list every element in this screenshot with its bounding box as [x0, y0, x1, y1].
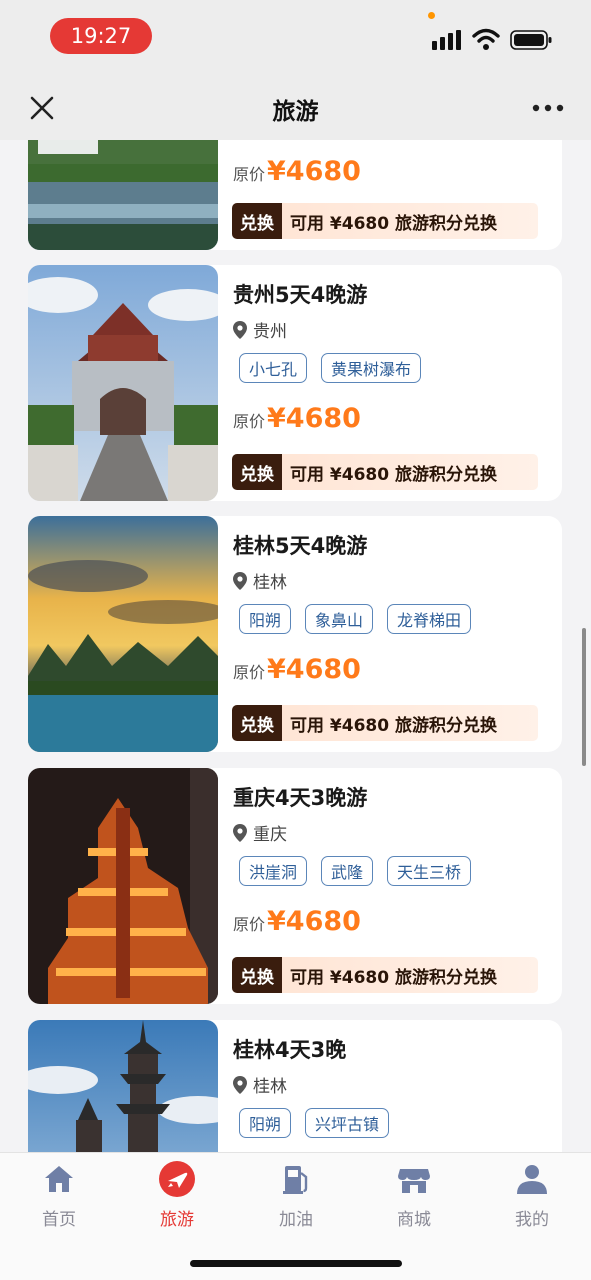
tag[interactable]: 龙脊梯田	[387, 604, 472, 634]
location-row: 桂林	[233, 1072, 287, 1097]
tab-label: 旅游	[160, 1210, 194, 1230]
price-row: 原价 ¥4680	[233, 156, 361, 187]
tag[interactable]: 小七孔	[239, 353, 308, 383]
travel-card-title: 贵州5天4晚游	[233, 283, 368, 307]
location-text: 重庆	[253, 825, 287, 845]
travel-card[interactable]: 贵州5天4晚游 贵州 小七孔 黄果树瀑布 原价 ¥4680 兑换 可用 ¥468…	[28, 265, 562, 501]
tab-label: 我的	[515, 1210, 549, 1230]
tag[interactable]: 象鼻山	[305, 604, 374, 634]
travel-card-image	[28, 1020, 218, 1152]
tab-label: 首页	[42, 1210, 76, 1230]
exchange-tag: 兑换	[232, 454, 282, 490]
cellular-signal-icon	[432, 30, 461, 50]
location-text: 桂林	[253, 573, 287, 593]
tag[interactable]: 兴坪古镇	[305, 1108, 390, 1138]
location-pin-icon	[233, 571, 247, 590]
travel-card[interactable]: 桂林5天4晚游 桂林 阳朔 象鼻山 龙脊梯田 原价 ¥4680 兑换 可用 ¥4…	[28, 516, 562, 752]
original-price-label: 原价	[233, 915, 266, 934]
page-title: 旅游	[272, 99, 319, 125]
nav-bar: 旅游	[0, 78, 591, 140]
tab-profile[interactable]: 我的	[492, 1161, 572, 1231]
travel-card[interactable]: 桂林4天3晚 桂林 阳朔 兴坪古镇	[28, 1020, 562, 1152]
tab-home[interactable]: 首页	[19, 1161, 99, 1231]
original-price-label: 原价	[233, 412, 266, 431]
exchange-text: 可用 ¥4680 旅游积分兑换	[290, 464, 497, 485]
tab-label: 商城	[397, 1210, 431, 1230]
price-value: ¥4680	[267, 156, 361, 187]
exchange-text: 可用 ¥4680 旅游积分兑换	[290, 213, 497, 234]
exchange-banner[interactable]: 兑换 可用 ¥4680 旅游积分兑换	[232, 203, 538, 239]
battery-icon	[510, 30, 552, 50]
price-value: ¥4680	[267, 654, 361, 685]
price-row: 原价 ¥4680	[233, 906, 361, 937]
status-time[interactable]: 19:27	[50, 18, 152, 54]
original-price-label: 原价	[233, 165, 266, 184]
exchange-tag: 兑换	[232, 203, 282, 239]
location-row: 贵州	[233, 317, 287, 342]
status-bar: 19:27	[0, 0, 591, 78]
tag[interactable]: 武隆	[321, 856, 374, 886]
travel-card-image	[28, 140, 218, 250]
travel-card-image	[28, 265, 218, 501]
store-icon	[398, 1169, 430, 1193]
travel-card-title: 桂林4天3晚	[233, 1038, 347, 1062]
exchange-text: 可用 ¥4680 旅游积分兑换	[290, 967, 497, 988]
travel-card-title: 桂林5天4晚游	[233, 534, 368, 558]
tag[interactable]: 黄果树瀑布	[321, 353, 422, 383]
travel-product-list[interactable]: 原价 ¥4680 兑换 可用 ¥4680 旅游积分兑换 贵州5天4晚游 贵州 小…	[0, 140, 591, 1152]
wifi-icon	[472, 28, 500, 50]
exchange-banner[interactable]: 兑换 可用 ¥4680 旅游积分兑换	[232, 454, 538, 490]
tag-list: 阳朔 兴坪古镇	[239, 1108, 390, 1138]
price-row: 原价 ¥4680	[233, 403, 361, 434]
user-icon	[517, 1165, 547, 1194]
price-value: ¥4680	[267, 906, 361, 937]
location-row: 重庆	[233, 820, 287, 845]
tag-list: 洪崖洞 武隆 天生三桥	[239, 856, 472, 886]
price-row: 原价 ¥4680	[233, 654, 361, 685]
plane-icon	[159, 1161, 195, 1197]
original-price-label: 原价	[233, 663, 266, 682]
privacy-indicator-icon	[428, 12, 435, 19]
scrollbar[interactable]	[582, 628, 586, 766]
home-icon	[45, 1166, 73, 1192]
tag[interactable]: 阳朔	[239, 604, 292, 634]
exchange-banner[interactable]: 兑换 可用 ¥4680 旅游积分兑换	[232, 957, 538, 993]
location-pin-icon	[233, 320, 247, 339]
exchange-text: 可用 ¥4680 旅游积分兑换	[290, 715, 497, 736]
home-indicator[interactable]	[190, 1260, 402, 1267]
price-value: ¥4680	[267, 403, 361, 434]
tab-fuel[interactable]: 加油	[256, 1161, 336, 1231]
tag[interactable]: 洪崖洞	[239, 856, 308, 886]
location-text: 贵州	[253, 322, 287, 342]
more-options-icon[interactable]	[530, 96, 566, 120]
tag-list: 小七孔 黄果树瀑布	[239, 353, 422, 383]
exchange-banner[interactable]: 兑换 可用 ¥4680 旅游积分兑换	[232, 705, 538, 741]
exchange-tag: 兑换	[232, 705, 282, 741]
tab-store[interactable]: 商城	[374, 1161, 454, 1231]
tag[interactable]: 天生三桥	[387, 856, 472, 886]
travel-card[interactable]: 重庆4天3晚游 重庆 洪崖洞 武隆 天生三桥 原价 ¥4680 兑换 可用 ¥4…	[28, 768, 562, 1004]
tag-list: 阳朔 象鼻山 龙脊梯田	[239, 604, 472, 634]
tag[interactable]: 阳朔	[239, 1108, 292, 1138]
travel-card-image	[28, 516, 218, 752]
location-row: 桂林	[233, 568, 287, 593]
location-pin-icon	[233, 823, 247, 842]
location-text: 桂林	[253, 1077, 287, 1097]
tab-travel[interactable]: 旅游	[137, 1161, 217, 1231]
travel-card-title: 重庆4天3晚游	[233, 786, 368, 810]
fuel-pump-icon	[283, 1166, 308, 1194]
exchange-tag: 兑换	[232, 957, 282, 993]
tab-label: 加油	[279, 1210, 313, 1230]
screen: 19:27 旅游 原价 ¥4680 兑换 可用 ¥4680 旅游积分兑换 贵州5…	[0, 0, 591, 1280]
travel-card-image	[28, 768, 218, 1004]
travel-card[interactable]: 原价 ¥4680 兑换 可用 ¥4680 旅游积分兑换	[28, 140, 562, 250]
location-pin-icon	[233, 1075, 247, 1094]
